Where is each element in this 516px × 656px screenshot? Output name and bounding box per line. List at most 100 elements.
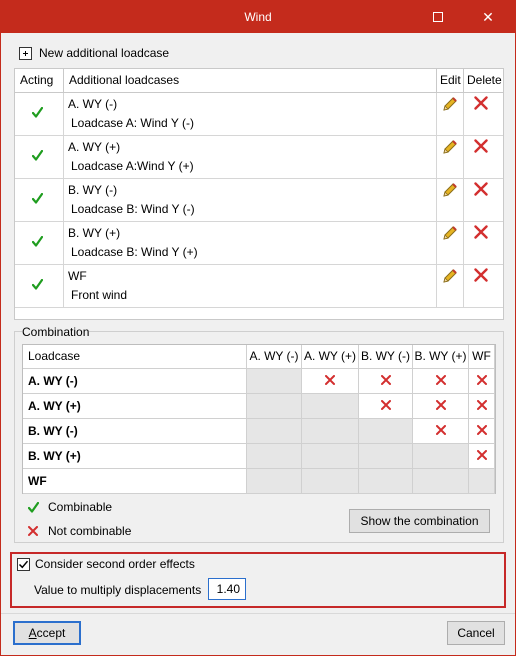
matrix-column-header: B. WY (-) <box>359 345 413 369</box>
delete-cell <box>464 222 503 264</box>
edit-cell <box>437 179 464 221</box>
acting-cell[interactable] <box>15 265 64 307</box>
loadcase-description: Front wind <box>71 288 128 302</box>
matrix-cell <box>469 469 495 494</box>
legend-not-combinable: Not combinable <box>26 524 131 538</box>
delete-icon[interactable] <box>474 139 488 156</box>
accept-button[interactable]: Accept <box>13 621 81 645</box>
matrix-cell <box>359 444 413 469</box>
x-icon <box>476 374 487 388</box>
loadcase-name: B. WY (+) <box>68 226 121 240</box>
matrix-cell[interactable] <box>469 369 495 394</box>
matrix-cell <box>302 419 359 444</box>
x-icon <box>380 399 391 413</box>
matrix-cell[interactable] <box>413 394 469 419</box>
delete-cell <box>464 179 503 221</box>
add-icon <box>19 46 32 60</box>
matrix-cell[interactable] <box>302 369 359 394</box>
delete-icon[interactable] <box>474 268 488 285</box>
check-icon <box>26 501 40 513</box>
loadcase-description: Loadcase B: Wind Y (-) <box>71 202 195 216</box>
header-delete: Delete <box>467 73 502 87</box>
matrix-cell <box>302 444 359 469</box>
matrix-cell[interactable] <box>469 444 495 469</box>
acting-cell[interactable] <box>15 222 64 264</box>
matrix-row-header: WF <box>23 469 247 494</box>
matrix-corner-header: Loadcase <box>23 345 247 369</box>
table-row: A. WY (+) Loadcase A:Wind Y (+) <box>15 136 503 179</box>
check-icon <box>31 235 44 250</box>
edit-cell <box>437 136 464 178</box>
new-additional-loadcase-button[interactable]: New additional loadcase <box>19 44 169 62</box>
delete-icon[interactable] <box>474 182 488 199</box>
delete-cell <box>464 136 503 178</box>
show-combination-button[interactable]: Show the combination <box>349 509 490 533</box>
table-row: A. WY (-) Loadcase A: Wind Y (-) <box>15 93 503 136</box>
matrix-cell[interactable] <box>359 369 413 394</box>
legend-not-combinable-label: Not combinable <box>48 524 132 538</box>
pencil-icon[interactable] <box>442 96 458 115</box>
close-icon: ✕ <box>482 8 494 25</box>
x-icon <box>476 399 487 413</box>
pencil-icon[interactable] <box>442 268 458 287</box>
multiplier-input[interactable]: 1.40 <box>208 578 246 600</box>
matrix-cell[interactable] <box>413 419 469 444</box>
matrix-cell[interactable] <box>413 369 469 394</box>
delete-icon[interactable] <box>474 225 488 242</box>
matrix-row-header: A. WY (+) <box>23 394 247 419</box>
check-icon <box>31 278 44 293</box>
pencil-icon[interactable] <box>442 139 458 158</box>
footer-separator <box>1 613 515 614</box>
check-icon <box>31 192 44 207</box>
x-icon <box>435 424 446 438</box>
second-order-label: Consider second order effects <box>35 557 195 571</box>
maximize-button[interactable] <box>421 1 455 33</box>
matrix-row-header: B. WY (-) <box>23 419 247 444</box>
acting-cell[interactable] <box>15 136 64 178</box>
x-icon <box>435 374 446 388</box>
loadcase-cell: A. WY (-) Loadcase A: Wind Y (-) <box>64 93 437 135</box>
loadcase-cell: B. WY (-) Loadcase B: Wind Y (-) <box>64 179 437 221</box>
loadcase-description: Loadcase A:Wind Y (+) <box>71 159 194 173</box>
acting-cell[interactable] <box>15 179 64 221</box>
pencil-icon[interactable] <box>442 182 458 201</box>
matrix-cell <box>302 469 359 494</box>
loadcase-description: Loadcase B: Wind Y (+) <box>71 245 198 259</box>
check-icon <box>31 149 44 164</box>
cancel-button[interactable]: Cancel <box>447 621 505 645</box>
accept-label: Accept <box>28 626 66 640</box>
loadcase-cell: B. WY (+) Loadcase B: Wind Y (+) <box>64 222 437 264</box>
loadcase-description: Loadcase A: Wind Y (-) <box>71 116 194 130</box>
wind-dialog: Wind ✕ New additional loadcase Acting Ad… <box>0 0 516 656</box>
title-bar[interactable]: Wind ✕ <box>1 1 515 33</box>
pencil-icon[interactable] <box>442 225 458 244</box>
x-icon <box>26 526 40 536</box>
x-icon <box>435 399 446 413</box>
loadcase-name: A. WY (+) <box>68 140 121 154</box>
x-icon <box>476 449 487 463</box>
header-edit: Edit <box>437 69 464 93</box>
x-icon <box>380 374 391 388</box>
matrix-cell <box>413 469 469 494</box>
matrix-column-header: WF <box>469 345 495 369</box>
matrix-cell[interactable] <box>469 419 495 444</box>
matrix-cell <box>359 419 413 444</box>
loadcase-name: B. WY (-) <box>68 183 118 197</box>
matrix-column-header: A. WY (-) <box>247 345 302 369</box>
edit-cell <box>437 222 464 264</box>
matrix-cell[interactable] <box>469 394 495 419</box>
matrix-cell <box>359 469 413 494</box>
close-button[interactable]: ✕ <box>471 1 505 33</box>
edit-cell <box>437 93 464 135</box>
second-order-checkbox[interactable] <box>17 558 30 571</box>
x-icon <box>476 424 487 438</box>
acting-cell[interactable] <box>15 93 64 135</box>
combination-matrix: Loadcase A. WY (-) A. WY (+) B. WY (-) B. WY… <box>22 344 496 494</box>
matrix-cell[interactable] <box>359 394 413 419</box>
delete-icon[interactable] <box>474 96 488 113</box>
matrix-cell <box>413 444 469 469</box>
table-row: WF Front wind <box>15 265 503 308</box>
matrix-cell <box>302 394 359 419</box>
table-row: B. WY (+) Loadcase B: Wind Y (+) <box>15 222 503 265</box>
table-row: B. WY (-) Loadcase B: Wind Y (-) <box>15 179 503 222</box>
